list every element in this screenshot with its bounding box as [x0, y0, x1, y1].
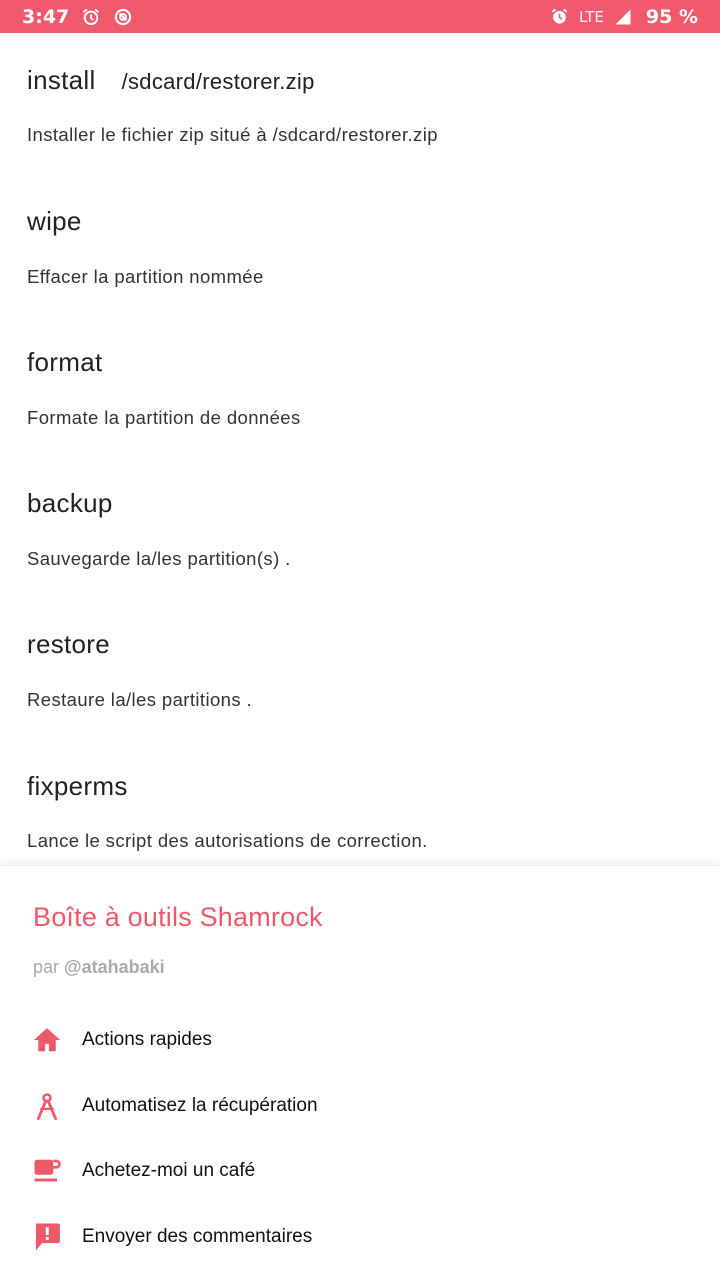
menu-item-label: Automatisez la récupération [82, 1095, 318, 1116]
command-title: restore [27, 629, 111, 659]
bottom-sheet: Boîte à outils Shamrock par @atahabaki A… [0, 865, 720, 1281]
menu-item-automate-recovery[interactable]: Automatisez la récupération [0, 1076, 720, 1136]
command-title: backup [27, 488, 113, 518]
sheet-title: Boîte à outils Shamrock [33, 902, 323, 932]
author-name[interactable]: @atahabaki [64, 957, 165, 977]
menu-item-label: Envoyer des commentaires [82, 1226, 313, 1247]
author-prefix: par [33, 957, 60, 977]
alarm-icon [550, 7, 569, 26]
status-bar: 3:47 LTE 95 % [0, 0, 720, 33]
network-type: LTE [578, 7, 604, 26]
command-fixperms: fixperms [27, 771, 128, 802]
command-title: install [27, 65, 96, 95]
command-title: fixperms [27, 771, 128, 801]
menu-item-label: Actions rapides [82, 1029, 212, 1050]
status-time: 3:47 [22, 5, 70, 28]
command-list[interactable]: install/sdcard/restorer.zip Installer le… [0, 33, 720, 865]
command-backup: backup [27, 488, 113, 519]
coffee-icon [31, 1155, 63, 1187]
data-saver-icon [113, 7, 133, 27]
command-description: Lance le script des autorisations de cor… [27, 830, 428, 851]
menu-item-quick-actions[interactable]: Actions rapides [0, 1010, 720, 1070]
sheet-author-line: par @atahabaki [33, 957, 165, 978]
command-install: install/sdcard/restorer.zip [27, 65, 315, 96]
battery-level: 95 % [645, 5, 698, 28]
menu-item-send-feedback[interactable]: Envoyer des commentaires [0, 1207, 720, 1267]
alarm-icon [81, 7, 101, 27]
command-argument: /sdcard/restorer.zip [121, 69, 315, 94]
command-restore: restore [27, 629, 110, 660]
command-description: Restaure la/les partitions . [27, 689, 253, 710]
command-description: Effacer la partition nommée [27, 266, 264, 287]
command-wipe: wipe [27, 206, 82, 237]
command-format: format [27, 347, 102, 378]
command-description: Installer le fichier zip situé à /sdcard… [27, 124, 438, 145]
menu-item-label: Achetez-moi un café [82, 1160, 256, 1181]
menu-item-buy-coffee[interactable]: Achetez-moi un café [0, 1141, 720, 1201]
feedback-icon [31, 1221, 63, 1253]
compass-icon [31, 1090, 63, 1122]
command-description: Sauvegarde la/les partition(s) . [27, 548, 291, 569]
home-icon [31, 1024, 63, 1056]
command-title: format [27, 347, 103, 377]
command-description: Formate la partition de données [27, 407, 301, 428]
signal-icon [614, 8, 632, 26]
command-title: wipe [27, 206, 82, 236]
